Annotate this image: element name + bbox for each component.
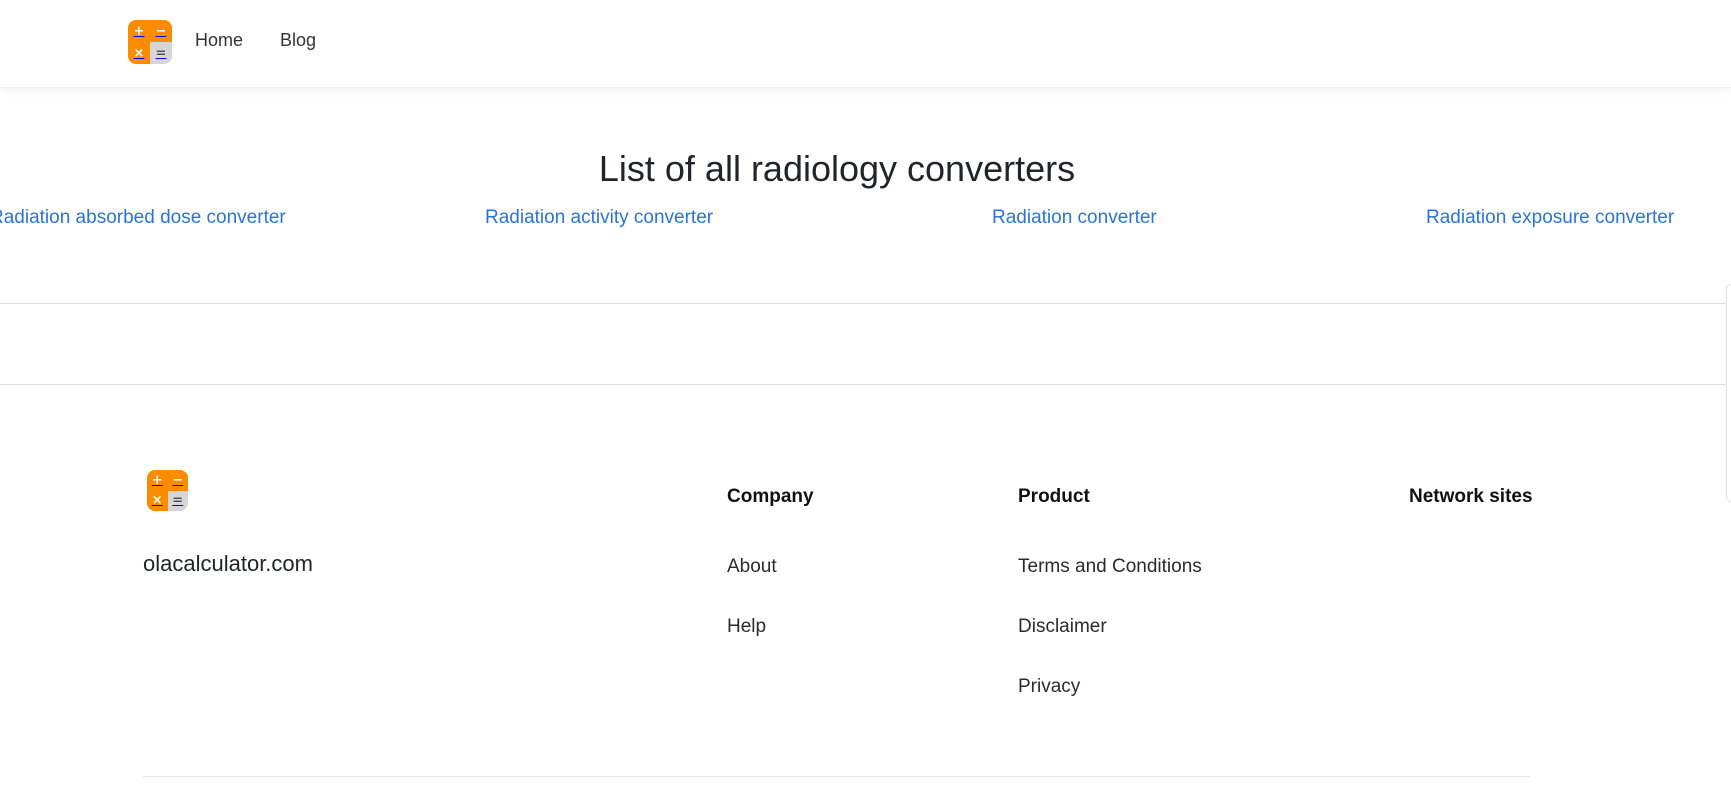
logo-equals: =: [167, 490, 188, 511]
nav-blog[interactable]: Blog: [280, 30, 316, 51]
converter-link-absorbed-dose[interactable]: Radiation absorbed dose converter: [0, 207, 286, 229]
converter-link-radiation[interactable]: Radiation converter: [992, 207, 1157, 229]
converter-link-activity[interactable]: Radiation activity converter: [485, 207, 713, 229]
calculator-icon[interactable]: + − × =: [147, 470, 188, 511]
calculator-icon[interactable]: + − × =: [128, 20, 172, 64]
footer-link-privacy[interactable]: Privacy: [1018, 676, 1080, 698]
footer-link-help[interactable]: Help: [727, 616, 766, 638]
side-feedback-tab[interactable]: [1726, 283, 1731, 503]
logo-minus: −: [150, 20, 172, 42]
footer-heading-network-sites: Network sites: [1409, 486, 1533, 507]
page-title: List of all radiology converters: [598, 148, 1076, 189]
logo-equals: =: [150, 42, 172, 64]
footer-link-about[interactable]: About: [727, 556, 777, 578]
section-divider: [0, 303, 1731, 304]
logo-times: ×: [128, 42, 150, 64]
page: + − × = Home Blog List of all radiology …: [0, 0, 1731, 807]
section-divider: [0, 384, 1731, 385]
logo-times: ×: [147, 490, 168, 511]
footer-heading-product: Product: [1018, 486, 1090, 507]
logo-minus: −: [167, 470, 188, 491]
converter-link-exposure[interactable]: Radiation exposure converter: [1426, 207, 1674, 229]
footer-site-name: olacalculator.com: [143, 551, 313, 576]
footer-divider: [143, 776, 1530, 777]
footer-link-terms[interactable]: Terms and Conditions: [1018, 556, 1202, 578]
footer-heading-company: Company: [727, 486, 814, 507]
logo-plus: +: [147, 470, 168, 491]
site-header: + − × = Home Blog: [0, 0, 1731, 88]
logo-plus: +: [128, 20, 150, 42]
nav-home[interactable]: Home: [195, 30, 243, 51]
footer-link-disclaimer[interactable]: Disclaimer: [1018, 616, 1107, 638]
